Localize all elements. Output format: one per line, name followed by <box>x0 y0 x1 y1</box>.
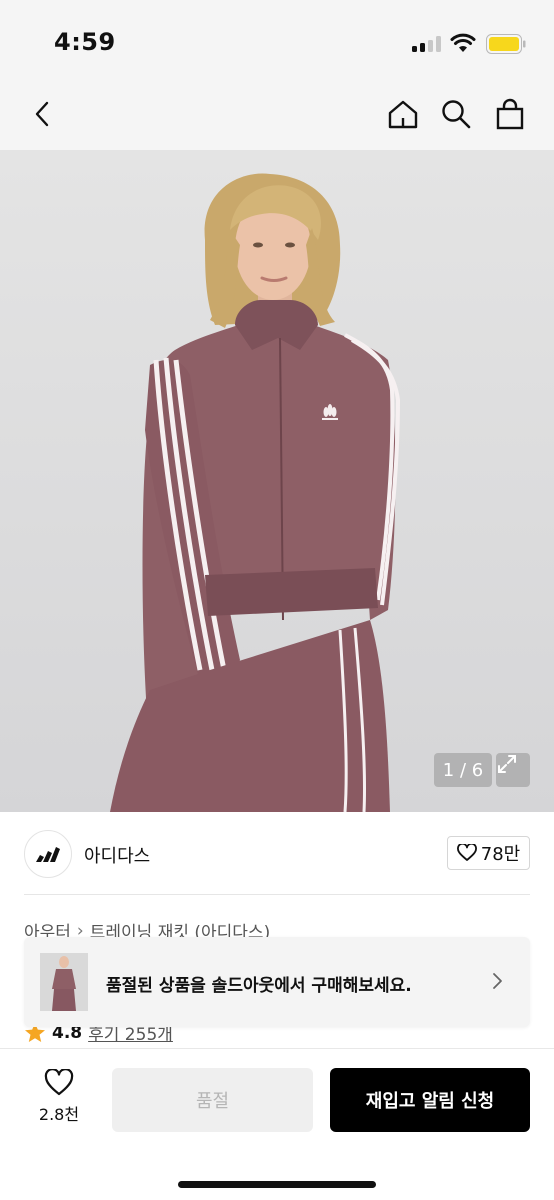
chevron-right-icon <box>490 971 504 995</box>
back-icon[interactable] <box>22 94 62 134</box>
product-image-gallery[interactable]: 1 / 6 <box>0 150 554 812</box>
brand-row: 아디다스 78만 <box>0 812 554 896</box>
wishlist-count: 2.8천 <box>38 1105 80 1124</box>
soldout-button: 품절 <box>112 1068 313 1132</box>
status-bar: 4:59 <box>0 0 554 80</box>
navigation-bar <box>0 80 554 150</box>
restock-alert-button[interactable]: 재입고 알림 신청 <box>330 1068 530 1132</box>
product-thumbnail <box>40 953 88 1011</box>
shopping-bag-icon[interactable] <box>490 94 530 134</box>
wishlist-button[interactable]: 2.8천 <box>24 1069 94 1133</box>
bottom-action-bar: 2.8천 품절 재입고 알림 신청 <box>0 1048 554 1200</box>
status-time: 4:59 <box>54 28 116 56</box>
soldout-promo-banner[interactable]: 품절된 상품을 솔드아웃에서 구매해보세요. <box>24 937 530 1027</box>
product-photo <box>110 173 401 812</box>
brand-like-count: 78만 <box>480 844 521 865</box>
brand-name[interactable]: 아디다스 <box>84 842 150 868</box>
soldout-promo-message: 품절된 상품을 솔드아웃에서 구매해보세요. <box>106 976 412 996</box>
cellular-signal-icon <box>412 36 444 52</box>
home-indicator[interactable] <box>178 1181 376 1188</box>
divider <box>24 894 530 895</box>
brand-like-button[interactable]: 78만 <box>447 836 530 870</box>
image-counter: 1 / 6 <box>434 753 492 787</box>
heart-icon <box>456 844 477 861</box>
brand-logo-icon[interactable] <box>24 830 72 878</box>
expand-icon[interactable] <box>496 753 530 787</box>
wifi-icon <box>450 33 476 57</box>
home-icon[interactable] <box>383 94 423 134</box>
battery-icon <box>486 34 526 54</box>
search-icon[interactable] <box>436 94 476 134</box>
heart-icon <box>44 1069 74 1096</box>
